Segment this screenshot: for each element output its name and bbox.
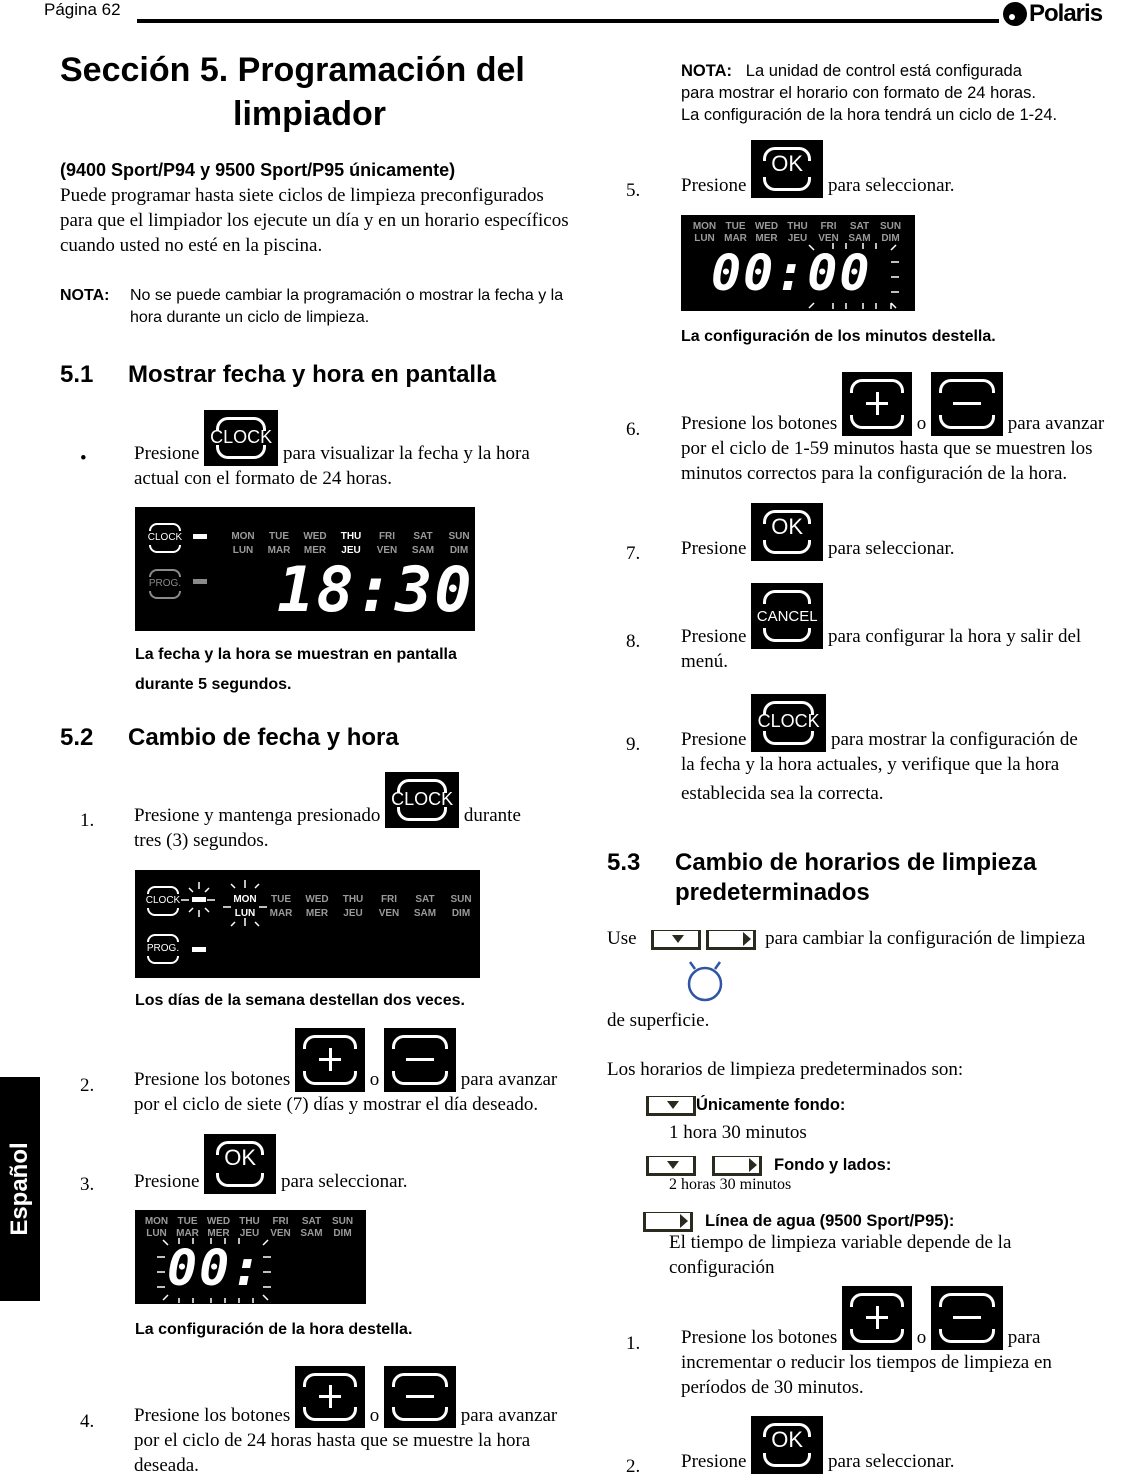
ok-button-icon: OK	[751, 1416, 824, 1474]
minus-button-icon	[930, 1286, 1003, 1350]
flash-rays-icon	[181, 880, 267, 927]
brand-name: Polaris	[1029, 0, 1103, 27]
right-step-7: 7. Presione OK para seleccionar.	[626, 503, 1126, 564]
sec53-step-1: 1. Presione los botones o para incrementa…	[626, 1286, 1131, 1400]
clock-button-icon: CLOCK	[751, 694, 827, 752]
page-number: Página 62	[44, 0, 121, 19]
right-step-6: 6. Presione los botones o para avanzar po…	[626, 372, 1131, 486]
flash-rays-icon	[808, 243, 899, 309]
clock-button-icon: CLOCK	[204, 410, 279, 466]
sec53-use-line: Use para cambiar la configuración de lim…	[607, 928, 1086, 950]
mode-floor-only: Únicamente fondo:	[646, 1090, 845, 1120]
clock-button-icon: CLOCK	[385, 772, 460, 828]
minus-button-icon	[383, 1028, 456, 1092]
sec52-step-2: 2. Presione los botones o para avanzar po…	[80, 1028, 590, 1117]
prog-indicator	[193, 579, 207, 584]
caption-hours-flash: La configuración de la hora destella.	[135, 1321, 413, 1338]
time-readout: 18:30	[277, 553, 474, 626]
clock-indicator	[193, 534, 207, 539]
models-subhead: (9400 Sport/P94 y 9500 Sport/P95 únicame…	[60, 160, 456, 180]
caption-days-flash: Los días de la semana destellan dos vece…	[135, 992, 465, 1009]
caption-minutes-flash: La configuración de los minutos destella…	[681, 328, 996, 345]
right-step-5: 5. Presione OK para seleccionar.	[626, 140, 1126, 201]
section-5-1-heading: 5.1 Mostrar fecha y hora en pantalla	[60, 361, 497, 388]
mode-waterline-time: El tiempo de limpieza variable depende d…	[669, 1232, 1012, 1278]
plus-button-icon	[841, 372, 912, 436]
ok-button-icon: OK	[751, 140, 824, 198]
plus-button-icon	[841, 1286, 912, 1350]
caption-display-clock: La fecha y la hora se muestran en pantal…	[135, 646, 457, 693]
lcd-display-clock: CLOCK PROG. MON TUE WED THU FRI SAT SUN LUN MAR…	[135, 507, 475, 631]
ok-button-icon: OK	[751, 503, 824, 561]
plus-button-icon	[294, 1028, 365, 1092]
sec52-step-1: 1. Presione y mantenga presionado CLOCK …	[80, 772, 580, 853]
header-rule	[137, 19, 999, 23]
floor-only-mode-icon	[646, 1096, 696, 1117]
sec53-step-2: 2. Presione OK para seleccionar.	[626, 1416, 1126, 1477]
lcd-display-minutes-flash: MON TUE WED THU FRI SAT SUN LUN MAR MER JEU VEN SAM…	[681, 215, 915, 311]
right-step-8: 8. Presione CANCEL para configurar la ho…	[626, 583, 1126, 674]
page-title: Sección 5. Programación del limpiador	[60, 51, 525, 133]
section-5-2-heading: 5.2 Cambio de fecha y hora	[60, 724, 399, 751]
note-2: NOTA: La unidad de control está configur…	[681, 62, 1058, 124]
cancel-button-icon: CANCEL	[751, 583, 824, 649]
lcd-prog-icon: PROG.	[143, 569, 187, 599]
flash-rays-icon	[157, 1238, 271, 1303]
sec52-step-3: 3. Presione OK para seleccionar.	[80, 1134, 580, 1195]
days-row-en: MON TUE WED THU FRI SAT SUN	[231, 531, 470, 542]
minus-button-icon	[383, 1366, 456, 1428]
surface-clean-icon	[687, 961, 723, 1002]
defaults-intro: Los horarios de limpieza predeterminados…	[607, 1059, 964, 1080]
sec51-bullet-step: • Presione CLOCK para visualizar la fech…	[80, 410, 580, 491]
language-tab-label: Español	[6, 1142, 33, 1236]
lcd-clock-icon: CLOCK	[143, 523, 187, 553]
floor-only-mode-icon	[650, 929, 701, 950]
sec53-use-cont: de superficie.	[607, 1010, 710, 1031]
intro-paragraph: Puede programar hasta siete ciclos de li…	[60, 185, 569, 256]
minus-button-icon	[930, 372, 1003, 436]
ok-button-icon: OK	[204, 1134, 277, 1194]
waterline-mode-icon	[705, 929, 756, 950]
polaris-logo: Polaris	[1003, 0, 1103, 28]
sec52-step-4: 4. Presione los botones o para avanzar po…	[80, 1366, 590, 1478]
mode-floor-only-time: 1 hora 30 minutos	[669, 1122, 807, 1143]
mode-floor-walls-time: 2 horas 30 minutos	[669, 1176, 792, 1193]
plus-button-icon	[294, 1366, 365, 1428]
polaris-logo-icon	[1003, 2, 1027, 26]
note-1: NOTA: No se puede cambiar la programació…	[60, 287, 564, 326]
language-tab[interactable]: Español	[0, 1077, 40, 1301]
section-5-3-heading: 5.3 Cambio de horarios de limpieza predete…	[607, 849, 1037, 906]
lcd-display-hours-flash: MON TUE WED THU FRI SAT SUN LUN MAR MER JEU VEN SAM…	[135, 1210, 366, 1304]
lcd-display-days-flash: CLOCK PROG. MON TUE WED THU FRI SAT SUN LUN MAR…	[135, 870, 480, 978]
right-step-9: 9. Presione CLOCK para mostrar la config…	[626, 694, 1131, 811]
